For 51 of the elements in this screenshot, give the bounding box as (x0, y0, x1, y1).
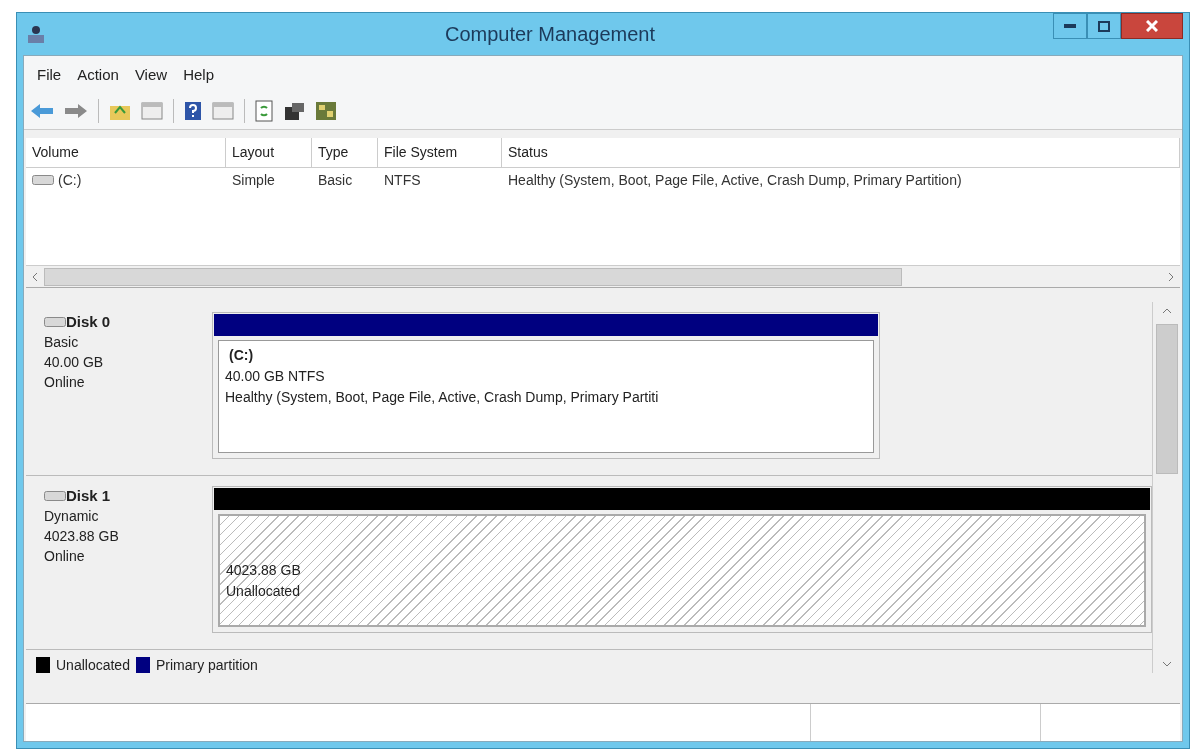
refresh-icon[interactable] (255, 99, 273, 122)
disk-status: Online (44, 373, 86, 392)
disk-size: 4023.88 GB (44, 527, 120, 546)
disk-drive-icon (32, 175, 54, 185)
disk-name: Disk 0 (66, 312, 111, 332)
scrollbar-thumb[interactable] (44, 267, 902, 286)
menu-item[interactable]: File (30, 64, 69, 92)
forward-arrow-icon[interactable] (64, 102, 88, 119)
maximize-button[interactable] (1087, 13, 1121, 39)
disk-type: Dynamic (44, 507, 100, 526)
table-cell-text: (C:) (58, 170, 82, 190)
close-icon (1146, 20, 1158, 32)
menu-item[interactable]: Action (70, 64, 126, 92)
disk-drive-icon (44, 491, 66, 501)
disk-name: Disk 1 (66, 486, 111, 506)
minimize-icon (1064, 24, 1076, 28)
legend-label: Primary partition (155, 655, 258, 675)
maximize-icon (1098, 20, 1110, 32)
close-button[interactable] (1121, 13, 1183, 39)
partition-status: Unallocated (226, 581, 301, 601)
partition-block[interactable]: (C:) 40.00 GB NTFS Healthy (System, Boot, Page File, Active, Crash Dump, Primary Partiti (212, 312, 880, 459)
table-cell-text: Simple (232, 170, 275, 190)
disk-drive-icon (44, 317, 66, 327)
disk-status: Online (44, 547, 86, 566)
table-cell-text: Basic (318, 170, 353, 190)
properties-icon[interactable] (283, 100, 305, 121)
disk-type: Basic (44, 333, 80, 352)
column-header[interactable]: Status (502, 138, 1180, 167)
disk-size: 40.00 GB (44, 353, 105, 372)
window-title: Computer Management (444, 22, 656, 47)
horizontal-scrollbar[interactable] (26, 265, 1180, 287)
legend-label: Unallocated (56, 655, 130, 675)
menu-item[interactable]: View (127, 64, 175, 92)
partition-status: Healthy (System, Boot, Page File, Active, Crash Dump, Primary Partiti (225, 388, 660, 407)
help-icon[interactable] (184, 100, 202, 121)
app-icon (25, 23, 47, 45)
partition-label: (C:) (228, 346, 255, 365)
column-header[interactable]: Volume (26, 138, 226, 167)
column-header[interactable]: File System (378, 138, 502, 167)
console-icon[interactable] (315, 100, 337, 121)
menu-item[interactable]: Help (176, 64, 221, 92)
partition-block[interactable]: 4023.88 GB Unallocated (212, 486, 1152, 633)
partition-size: 40.00 GB NTFS (225, 367, 326, 386)
column-header[interactable]: Layout (226, 138, 312, 167)
table-cell-text: NTFS (384, 170, 421, 190)
minimize-button[interactable] (1053, 13, 1087, 39)
back-arrow-icon[interactable] (30, 102, 54, 119)
scrollbar-thumb[interactable] (1155, 324, 1178, 474)
table-cell-text: Healthy (System, Boot, Page File, Active, Crash Dump, Primary Partition) (508, 170, 962, 190)
partition-size: 4023.88 GB (226, 560, 302, 580)
column-header[interactable]: Type (312, 138, 378, 167)
